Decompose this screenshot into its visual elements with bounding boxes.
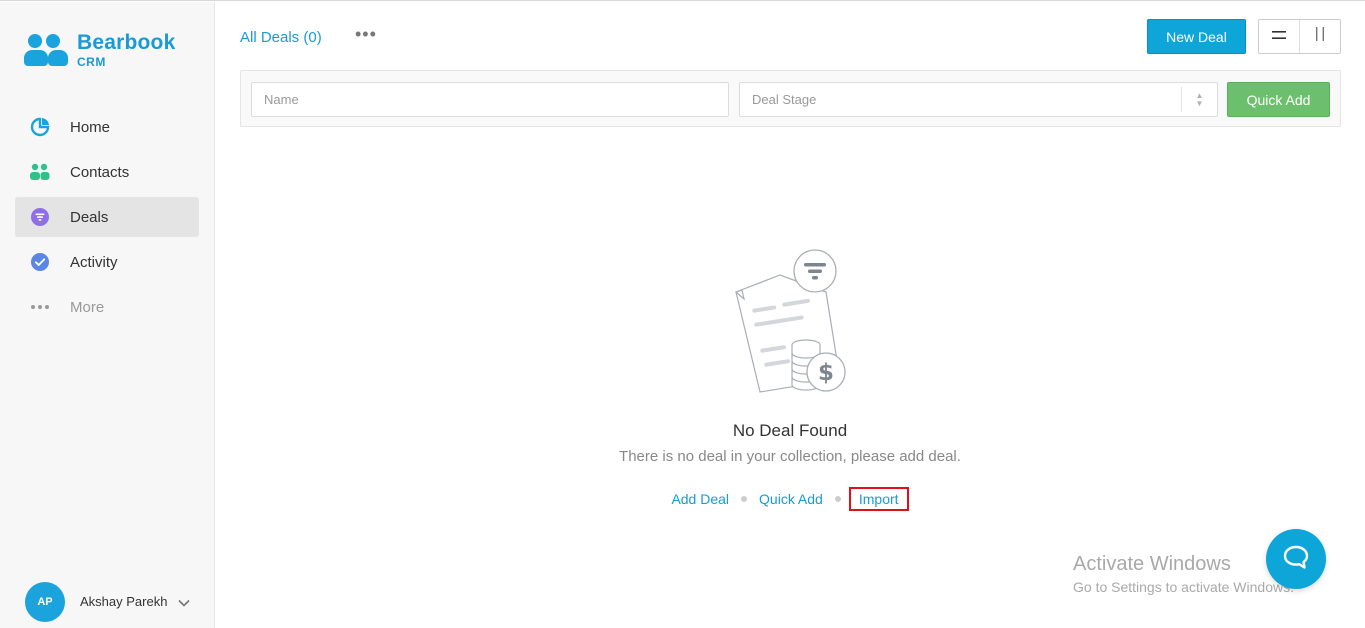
deal-stage-placeholder: Deal Stage <box>752 92 817 107</box>
more-options-icon[interactable]: ••• <box>355 24 377 45</box>
sidebar-item-home[interactable]: Home <box>15 107 199 147</box>
empty-deals-illustration-icon: $ <box>730 247 850 397</box>
chevron-down-icon[interactable] <box>178 595 190 610</box>
separator-dot <box>741 496 748 502</box>
sidebar-item-label: Home <box>70 118 111 136</box>
separator-dot <box>834 496 841 502</box>
view-toggle <box>1258 19 1341 54</box>
sidebar-item-label: Contacts <box>70 163 130 181</box>
sidebar: Bearbook CRM Home Contacts Deals Activit… <box>0 2 215 628</box>
chat-support-button[interactable] <box>1266 529 1326 589</box>
brand-name: Bearbook <box>77 31 176 54</box>
sidebar-item-label: Deals <box>70 208 109 226</box>
user-menu[interactable]: AP Akshay Parekh <box>25 582 200 622</box>
empty-state-description: There is no deal in your collection, ple… <box>619 448 961 465</box>
board-view-icon <box>1313 26 1327 47</box>
quick-add-button[interactable]: Quick Add <box>1227 82 1330 117</box>
add-deal-link[interactable]: Add Deal <box>671 491 729 507</box>
avatar: AP <box>25 582 65 622</box>
quick-add-link[interactable]: Quick Add <box>759 491 823 507</box>
brand-logo[interactable]: Bearbook CRM <box>24 32 175 68</box>
sidebar-item-label: More <box>70 298 105 316</box>
sidebar-item-contacts[interactable]: Contacts <box>15 152 199 192</box>
watermark-title: Activate Windows <box>1073 553 1231 575</box>
chat-bubble-icon <box>1283 545 1309 574</box>
ellipsis-icon <box>29 296 51 318</box>
filter-bar: Deal Stage ▲▼ Quick Add <box>240 70 1341 127</box>
sidebar-item-deals[interactable]: Deals <box>15 197 199 237</box>
new-deal-button[interactable]: New Deal <box>1147 19 1246 54</box>
main-content: All Deals (0) ••• New Deal Deal Stage ▲▼… <box>215 2 1365 628</box>
name-filter-input[interactable] <box>251 82 729 117</box>
brand-sub: CRM <box>77 55 106 69</box>
bearbook-logo-icon <box>24 32 68 68</box>
sidebar-nav: Home Contacts Deals Activity More <box>15 107 199 332</box>
watermark-subtitle: Go to Settings to activate Windows. <box>1073 579 1294 595</box>
check-circle-icon <box>29 251 51 273</box>
contacts-icon <box>29 161 51 183</box>
sidebar-item-more[interactable]: More <box>15 287 199 327</box>
pie-chart-icon <box>29 116 51 138</box>
activate-windows-watermark: Activate Windows Go to Settings to activ… <box>1073 553 1294 595</box>
sidebar-item-activity[interactable]: Activity <box>15 242 199 282</box>
select-arrows-icon: ▲ ▼ <box>1181 87 1217 112</box>
deal-stage-select[interactable]: Deal Stage ▲ ▼ <box>739 82 1218 117</box>
svg-text:$: $ <box>818 360 834 386</box>
list-view-icon <box>1271 28 1287 46</box>
empty-state-title: No Deal Found <box>732 421 848 440</box>
board-view-button[interactable] <box>1299 20 1340 53</box>
sidebar-item-label: Activity <box>70 253 118 271</box>
list-view-button[interactable] <box>1259 20 1299 53</box>
page-title[interactable]: All Deals (0) <box>240 29 322 46</box>
import-link[interactable]: Import <box>848 487 909 511</box>
funnel-icon <box>29 206 51 228</box>
user-name: Akshay Parekh <box>80 594 168 609</box>
empty-state-actions: Add Deal Quick Add Import <box>215 487 1365 511</box>
